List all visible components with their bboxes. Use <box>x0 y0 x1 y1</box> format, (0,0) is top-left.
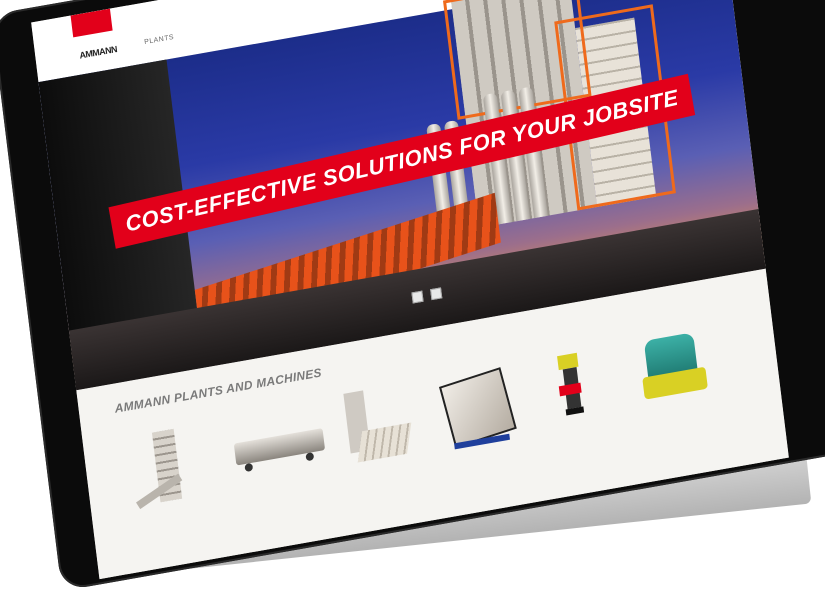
slide-dot-2[interactable] <box>430 287 443 301</box>
slide-dot-1[interactable] <box>411 290 424 304</box>
product-compactor[interactable] <box>432 364 522 467</box>
product-mobile-plant[interactable] <box>230 400 326 503</box>
product-rammer[interactable] <box>535 346 625 449</box>
ammann-logo[interactable]: AMMANN <box>79 44 118 61</box>
wheel-icon <box>244 462 254 473</box>
wheel-icon <box>305 452 315 462</box>
product-concrete-plant[interactable] <box>334 382 424 485</box>
nav-item-plants[interactable]: PLANTS <box>144 34 175 46</box>
product-roller[interactable] <box>634 329 724 432</box>
monitor: AMMANN PLANTS COST-EFFECTIVE SOLUTIONS F… <box>0 0 825 591</box>
product-asphalt-plant[interactable] <box>122 419 212 522</box>
